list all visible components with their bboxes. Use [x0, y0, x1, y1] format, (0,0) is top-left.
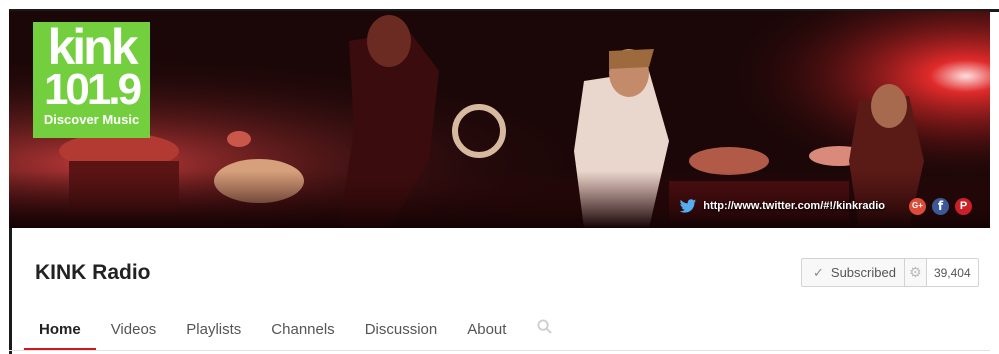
logo-line-1: kink [47, 22, 138, 75]
tab-home[interactable]: Home [24, 313, 96, 351]
subscriber-count: 39,404 [926, 259, 978, 286]
tabs-divider [9, 350, 990, 351]
banner-links: http://www.twitter.com/#!/kinkradio G+ f… [679, 196, 972, 216]
twitter-icon[interactable] [679, 198, 697, 214]
station-logo: kink 101.9 Discover Music [33, 22, 150, 138]
channel-search-button[interactable] [521, 313, 564, 351]
tab-about[interactable]: About [452, 313, 521, 351]
channel-title[interactable]: KINK Radio [35, 261, 151, 285]
channel-banner: kink 101.9 Discover Music http://www.twi… [9, 11, 990, 228]
subscribe-control: ✓ Subscribed ⚙ 39,404 [801, 258, 979, 287]
twitter-link[interactable]: http://www.twitter.com/#!/kinkradio [703, 200, 885, 212]
subscribed-label: Subscribed [830, 265, 896, 280]
tab-discussion[interactable]: Discussion [350, 313, 453, 351]
subscription-settings-button[interactable]: ⚙ [905, 259, 927, 286]
logo-line-2: 101.9 [43, 65, 142, 114]
pinterest-icon[interactable]: P [955, 197, 972, 215]
checkmark-icon: ✓ [813, 264, 824, 280]
subscribed-button[interactable]: ✓ Subscribed [802, 259, 905, 286]
gear-icon: ⚙ [909, 264, 922, 280]
google-plus-icon[interactable]: G+ [909, 197, 926, 215]
tab-channels[interactable]: Channels [256, 313, 349, 351]
tab-videos[interactable]: Videos [96, 313, 172, 351]
channel-tabs: Home Videos Playlists Channels Discussio… [24, 313, 564, 351]
tab-playlists[interactable]: Playlists [171, 313, 256, 351]
facebook-icon[interactable]: f [932, 197, 949, 215]
search-icon [537, 319, 553, 334]
logo-tagline: Discover Music [43, 112, 140, 127]
